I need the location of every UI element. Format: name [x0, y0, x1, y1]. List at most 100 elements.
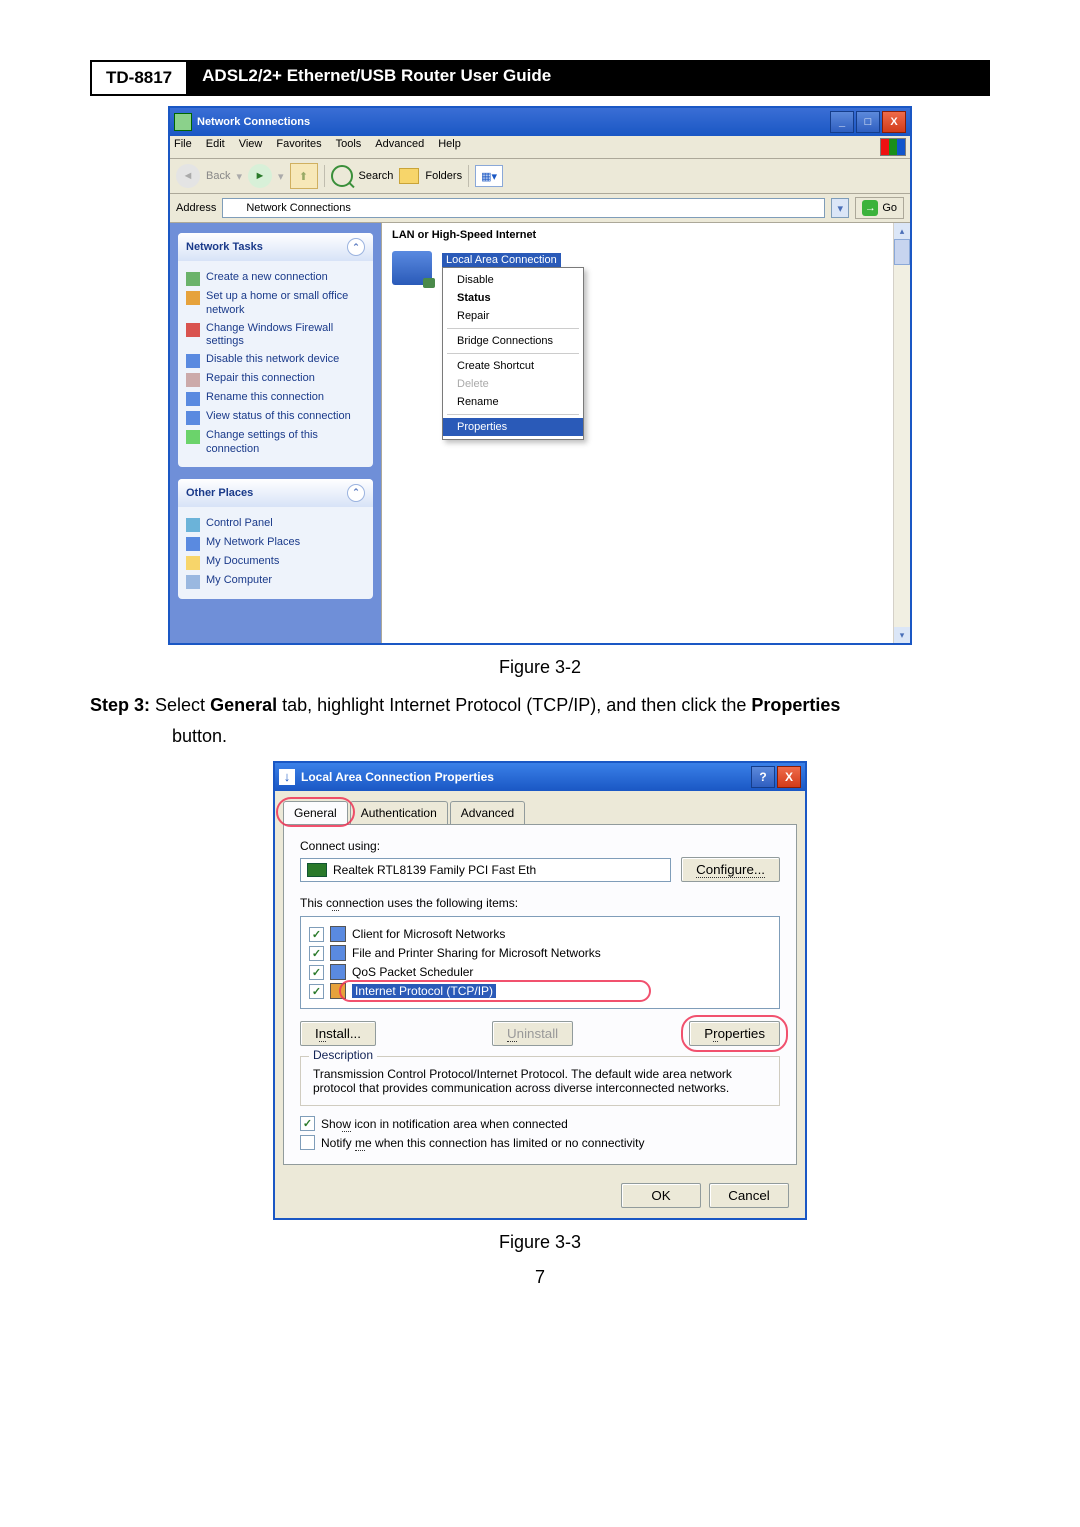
- views-button[interactable]: ▦▾: [475, 165, 503, 187]
- scrollbar[interactable]: ▴ ▾: [893, 223, 910, 643]
- ctx-status[interactable]: Status: [443, 289, 583, 307]
- tab-advanced[interactable]: Advanced: [450, 801, 525, 824]
- task-rename[interactable]: Rename this connection: [186, 391, 365, 406]
- tab-body: Connect using: Realtek RTL8139 Family PC…: [283, 824, 797, 1165]
- tab-general[interactable]: General: [283, 801, 348, 824]
- task-disable[interactable]: Disable this network device: [186, 353, 365, 368]
- scroll-up-icon[interactable]: ▴: [894, 223, 910, 239]
- maximize-button[interactable]: □: [856, 111, 880, 133]
- folders-label[interactable]: Folders: [425, 170, 462, 182]
- network-connections-window: Network Connections _ □ X File Edit View…: [168, 106, 912, 645]
- menu-tools[interactable]: Tools: [336, 138, 362, 156]
- close-button[interactable]: X: [882, 111, 906, 133]
- lan-connection-icon[interactable]: [392, 251, 432, 285]
- toolbar: ◄ Back▾ ►▾ ⬆ Search Folders ▦▾: [170, 159, 910, 194]
- item-qos[interactable]: ✓QoS Packet Scheduler: [309, 964, 771, 980]
- ctx-properties[interactable]: Properties: [443, 418, 583, 436]
- address-box[interactable]: Network Connections: [222, 198, 825, 218]
- ctx-repair[interactable]: Repair: [443, 307, 583, 325]
- up-button[interactable]: ⬆: [290, 163, 318, 189]
- place-control-panel[interactable]: Control Panel: [186, 517, 365, 532]
- menu-edit[interactable]: Edit: [206, 138, 225, 156]
- address-dropdown[interactable]: ▾: [831, 198, 849, 218]
- checkbox-icon[interactable]: ✓: [309, 927, 324, 942]
- minimize-button[interactable]: _: [830, 111, 854, 133]
- back-button[interactable]: ◄: [176, 164, 200, 188]
- back-label: Back: [206, 170, 230, 182]
- item-client[interactable]: ✓Client for Microsoft Networks: [309, 926, 771, 942]
- scroll-thumb[interactable]: [894, 239, 910, 265]
- cancel-button[interactable]: Cancel: [709, 1183, 789, 1208]
- show-icon-row[interactable]: ✓Show icon in notification area when con…: [300, 1116, 780, 1131]
- adapter-name: Realtek RTL8139 Family PCI Fast Eth: [333, 863, 536, 877]
- checkbox-icon[interactable]: ✓: [309, 946, 324, 961]
- doc-model: TD-8817: [90, 60, 188, 94]
- place-network[interactable]: My Network Places: [186, 536, 365, 551]
- lac-properties-dialog: ↓ Local Area Connection Properties ? X G…: [273, 761, 807, 1220]
- dialog-close-button[interactable]: X: [777, 766, 801, 788]
- checkbox-icon[interactable]: [300, 1135, 315, 1150]
- menu-advanced[interactable]: Advanced: [375, 138, 424, 156]
- menu-view[interactable]: View: [239, 138, 263, 156]
- items-listbox[interactable]: ✓Client for Microsoft Networks ✓File and…: [300, 916, 780, 1009]
- menu-favorites[interactable]: Favorites: [276, 138, 321, 156]
- checkbox-icon[interactable]: ✓: [309, 965, 324, 980]
- task-setup-network[interactable]: Set up a home or small office network: [186, 290, 365, 318]
- install-button[interactable]: Install...: [300, 1021, 376, 1046]
- menu-file[interactable]: File: [174, 138, 192, 156]
- folders-icon: [399, 168, 419, 184]
- titlebar: Network Connections _ □ X: [170, 108, 910, 136]
- help-button[interactable]: ?: [751, 766, 775, 788]
- forward-button[interactable]: ►: [248, 164, 272, 188]
- go-button[interactable]: →Go: [855, 197, 904, 219]
- menubar: File Edit View Favorites Tools Advanced …: [170, 136, 910, 159]
- tab-authentication[interactable]: Authentication: [350, 801, 448, 824]
- configure-button[interactable]: Configure...: [681, 857, 780, 882]
- lan-connection-label[interactable]: Local Area Connection: [442, 253, 561, 267]
- ctx-bridge[interactable]: Bridge Connections: [443, 332, 583, 350]
- network-tasks-panel: Network Tasks⌃ Create a new connection S…: [178, 233, 373, 467]
- address-icon: [227, 201, 241, 215]
- client-icon: [330, 926, 346, 942]
- task-settings[interactable]: Change settings of this connection: [186, 429, 365, 457]
- ok-button[interactable]: OK: [621, 1183, 701, 1208]
- chevron-up-icon: ⌃: [347, 238, 365, 256]
- task-firewall[interactable]: Change Windows Firewall settings: [186, 322, 365, 350]
- menu-help[interactable]: Help: [438, 138, 461, 156]
- item-fileprint[interactable]: ✓File and Printer Sharing for Microsoft …: [309, 945, 771, 961]
- ctx-shortcut[interactable]: Create Shortcut: [443, 357, 583, 375]
- network-tasks-header[interactable]: Network Tasks⌃: [178, 233, 373, 261]
- place-computer[interactable]: My Computer: [186, 574, 365, 589]
- category-label: LAN or High-Speed Internet: [382, 223, 910, 247]
- other-places-header[interactable]: Other Places⌃: [178, 479, 373, 507]
- adapter-box: Realtek RTL8139 Family PCI Fast Eth: [300, 858, 671, 882]
- page-number: 7: [90, 1267, 990, 1288]
- window-title: Network Connections: [197, 116, 310, 128]
- description-text: Transmission Control Protocol/Internet P…: [313, 1067, 767, 1095]
- window-icon: [174, 113, 192, 131]
- context-menu: Disable Status Repair Bridge Connections…: [442, 267, 584, 440]
- task-status[interactable]: View status of this connection: [186, 410, 365, 425]
- item-tcpip[interactable]: ✓Internet Protocol (TCP/IP): [309, 983, 771, 999]
- uninstall-button: Uninstall: [492, 1021, 573, 1046]
- ctx-disable[interactable]: Disable: [443, 271, 583, 289]
- description-title: Description: [309, 1048, 377, 1062]
- description-group: Description Transmission Control Protoco…: [300, 1056, 780, 1106]
- dialog-title: Local Area Connection Properties: [301, 770, 494, 784]
- scroll-down-icon[interactable]: ▾: [894, 627, 910, 643]
- checkbox-icon[interactable]: ✓: [300, 1116, 315, 1131]
- properties-button[interactable]: Properties: [689, 1021, 780, 1046]
- ctx-rename[interactable]: Rename: [443, 393, 583, 411]
- go-icon: →: [862, 200, 878, 216]
- search-label[interactable]: Search: [359, 170, 394, 182]
- task-create-connection[interactable]: Create a new connection: [186, 271, 365, 286]
- checkbox-icon[interactable]: ✓: [309, 984, 324, 999]
- place-documents[interactable]: My Documents: [186, 555, 365, 570]
- dialog-titlebar: ↓ Local Area Connection Properties ? X: [275, 763, 805, 791]
- windows-flag-icon: [880, 138, 906, 156]
- task-repair[interactable]: Repair this connection: [186, 372, 365, 387]
- sidebar: Network Tasks⌃ Create a new connection S…: [170, 223, 381, 643]
- tab-bar: General Authentication Advanced: [275, 791, 805, 824]
- service-icon: [330, 964, 346, 980]
- notify-row[interactable]: Notify me when this connection has limit…: [300, 1135, 780, 1150]
